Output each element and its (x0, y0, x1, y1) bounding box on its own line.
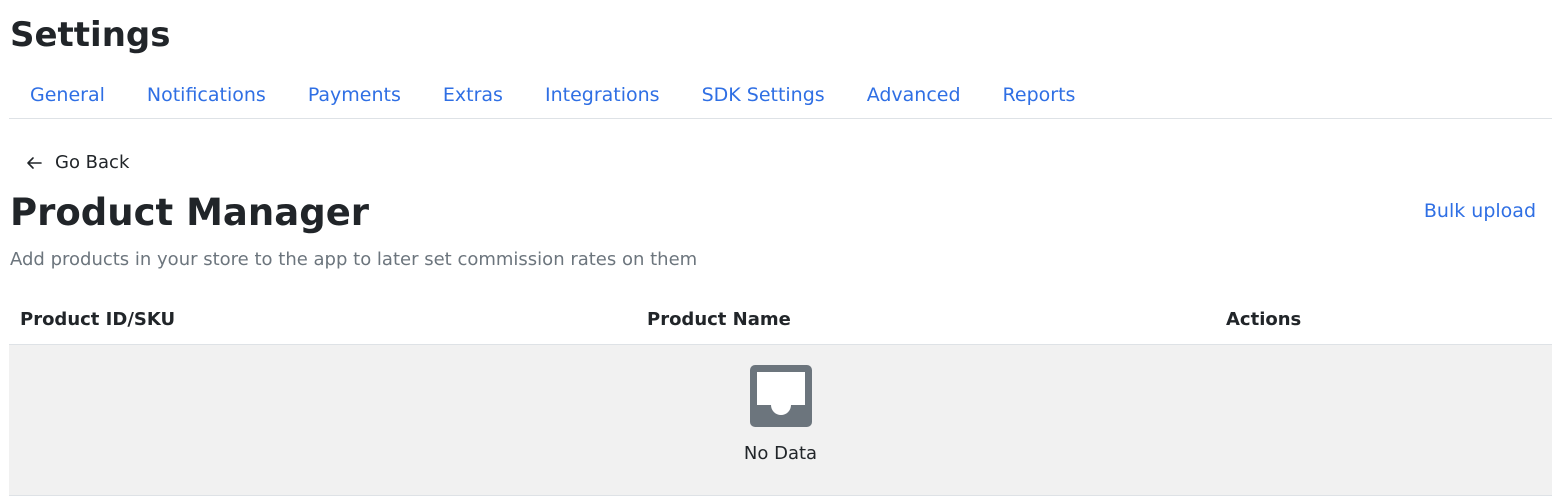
tab-notifications[interactable]: Notifications (126, 73, 287, 117)
tab-reports[interactable]: Reports (982, 73, 1097, 117)
bulk-upload-link[interactable]: Bulk upload (1424, 197, 1536, 225)
table-header: Product ID/SKU Product Name Actions (9, 297, 1552, 345)
tab-general[interactable]: General (9, 73, 126, 117)
go-back-button[interactable]: Go Back (26, 150, 129, 176)
column-header-product-name: Product Name (647, 309, 791, 330)
tab-integrations[interactable]: Integrations (524, 73, 681, 117)
settings-page: Settings General Notifications Payments … (0, 0, 1560, 502)
column-header-actions: Actions (1226, 309, 1302, 330)
inbox-icon (749, 365, 812, 427)
tab-extras[interactable]: Extras (422, 73, 524, 117)
products-table: Product ID/SKU Product Name Actions No D… (9, 297, 1552, 496)
section-title: Product Manager (10, 191, 370, 234)
tab-payments[interactable]: Payments (287, 73, 422, 117)
table-empty-state: No Data (9, 345, 1552, 496)
tab-sdk-settings[interactable]: SDK Settings (681, 73, 846, 117)
page-title: Settings (10, 15, 171, 55)
go-back-label: Go Back (55, 152, 130, 173)
tab-advanced[interactable]: Advanced (846, 73, 982, 117)
section-subtitle: Add products in your store to the app to… (10, 249, 698, 270)
empty-state-text: No Data (743, 443, 818, 464)
column-header-product-id-sku: Product ID/SKU (20, 309, 176, 330)
arrow-left-icon (27, 157, 42, 169)
settings-tabs: General Notifications Payments Extras In… (9, 72, 1552, 119)
